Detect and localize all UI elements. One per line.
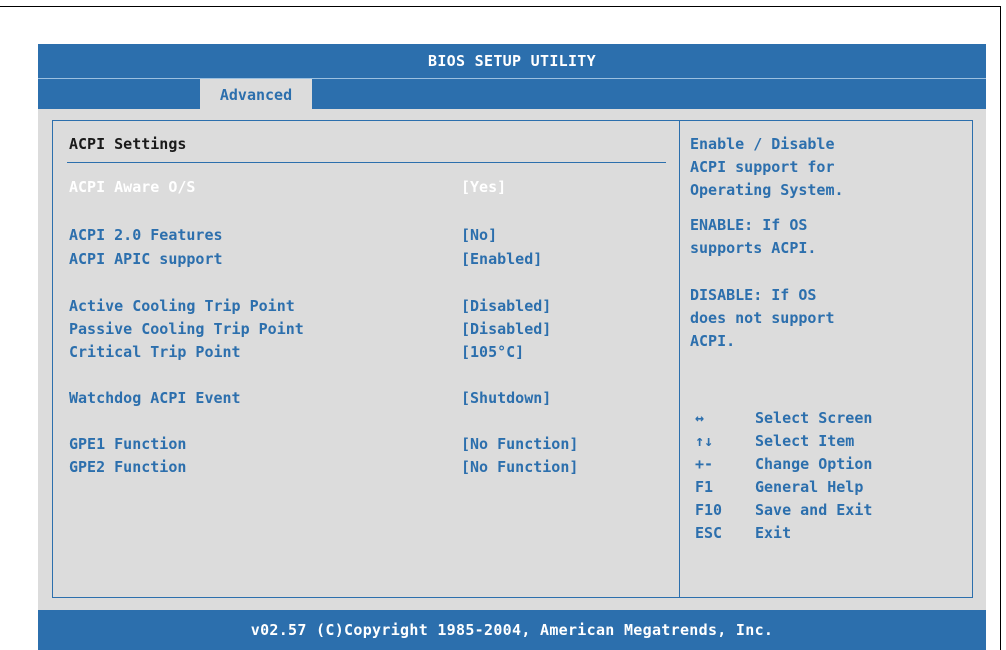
setting-label: Active Cooling Trip Point bbox=[69, 297, 295, 315]
setting-label: Critical Trip Point bbox=[69, 343, 241, 361]
key-description: General Help bbox=[755, 478, 864, 496]
page-frame-right bbox=[1000, 6, 1001, 650]
key-hint-change-option: +- Change Option bbox=[695, 453, 965, 476]
setting-value[interactable]: [Yes] bbox=[461, 177, 506, 197]
key-hint-general-help: F1 General Help bbox=[695, 476, 965, 499]
setting-critical-trip-point[interactable]: Critical Trip Point [105°C] bbox=[69, 342, 669, 362]
help-line: ACPI. bbox=[690, 332, 736, 350]
key-esc: ESC bbox=[695, 524, 723, 542]
key-description: Exit bbox=[755, 524, 792, 542]
setting-value[interactable]: [Disabled] bbox=[461, 296, 551, 316]
setting-value[interactable]: [No Function] bbox=[461, 434, 578, 454]
setting-active-cooling-trip-point[interactable]: Active Cooling Trip Point [Disabled] bbox=[69, 296, 669, 316]
setting-acpi-aware-os[interactable]: ACPI Aware O/S [Yes] bbox=[69, 177, 669, 197]
help-line: Operating System. bbox=[690, 181, 844, 199]
setting-value[interactable]: [No] bbox=[461, 225, 497, 245]
tab-advanced[interactable]: Advanced bbox=[200, 79, 312, 109]
help-line: does not support bbox=[690, 309, 835, 327]
section-title: ACPI Settings bbox=[69, 135, 187, 153]
key-f10: F10 bbox=[695, 501, 723, 519]
bios-screen: BIOS SETUP UTILITY Advanced ACPI Setting… bbox=[38, 44, 986, 650]
copyright-footer: v02.57 (C)Copyright 1985-2004, American … bbox=[38, 610, 986, 650]
setting-gpe1-function[interactable]: GPE1 Function [No Function] bbox=[69, 434, 669, 454]
help-disable-note: DISABLE: If OS does not support ACPI. bbox=[690, 284, 970, 353]
help-description: Enable / Disable ACPI support for Operat… bbox=[690, 133, 970, 202]
arrows-up-down-icon: ↑↓ bbox=[695, 432, 714, 450]
setting-label: Watchdog ACPI Event bbox=[69, 389, 241, 407]
window-title: BIOS SETUP UTILITY bbox=[38, 44, 986, 78]
key-description: Select Screen bbox=[755, 409, 873, 427]
setting-passive-cooling-trip-point[interactable]: Passive Cooling Trip Point [Disabled] bbox=[69, 319, 669, 339]
key-legend: ↔ Select Screen ↑↓ Select Item +- Change… bbox=[695, 407, 965, 545]
key-description: Change Option bbox=[755, 455, 873, 473]
setting-gpe2-function[interactable]: GPE2 Function [No Function] bbox=[69, 457, 669, 477]
help-line: Enable / Disable bbox=[690, 135, 835, 153]
setting-acpi-2-features[interactable]: ACPI 2.0 Features [No] bbox=[69, 225, 669, 245]
key-description: Save and Exit bbox=[755, 501, 873, 519]
key-hint-exit: ESC Exit bbox=[695, 522, 965, 545]
settings-panel: ACPI Settings ACPI Aware O/S [Yes] ACPI … bbox=[52, 120, 680, 598]
setting-label: GPE1 Function bbox=[69, 435, 187, 453]
setting-value[interactable]: [Shutdown] bbox=[461, 388, 551, 408]
help-line: DISABLE: If OS bbox=[690, 286, 817, 304]
key-plus-minus: +- bbox=[695, 455, 714, 473]
setting-value[interactable]: [Disabled] bbox=[461, 319, 551, 339]
help-line: ENABLE: If OS bbox=[690, 216, 808, 234]
arrows-left-right-icon: ↔ bbox=[695, 409, 705, 427]
setting-label: Passive Cooling Trip Point bbox=[69, 320, 304, 338]
help-line: ACPI support for bbox=[690, 158, 835, 176]
setting-watchdog-acpi-event[interactable]: Watchdog ACPI Event [Shutdown] bbox=[69, 388, 669, 408]
setting-value[interactable]: [Enabled] bbox=[461, 249, 542, 269]
key-description: Select Item bbox=[755, 432, 855, 450]
tab-bar: Advanced bbox=[38, 78, 986, 109]
setting-value[interactable]: [105°C] bbox=[461, 342, 524, 362]
key-hint-select-screen: ↔ Select Screen bbox=[695, 407, 965, 430]
help-enable-note: ENABLE: If OS supports ACPI. bbox=[690, 214, 970, 260]
setting-value[interactable]: [No Function] bbox=[461, 457, 578, 477]
setting-label: ACPI Aware O/S bbox=[69, 178, 196, 196]
setting-label: ACPI APIC support bbox=[69, 250, 223, 268]
page-frame-top bbox=[0, 6, 1001, 7]
setting-acpi-apic-support[interactable]: ACPI APIC support [Enabled] bbox=[69, 249, 669, 269]
title-divider bbox=[67, 162, 666, 163]
help-line: supports ACPI. bbox=[690, 239, 817, 257]
key-hint-save-exit: F10 Save and Exit bbox=[695, 499, 965, 522]
help-panel: Enable / Disable ACPI support for Operat… bbox=[679, 120, 973, 598]
setting-label: ACPI 2.0 Features bbox=[69, 226, 223, 244]
setting-label: GPE2 Function bbox=[69, 458, 187, 476]
key-f1: F1 bbox=[695, 478, 714, 496]
key-hint-select-item: ↑↓ Select Item bbox=[695, 430, 965, 453]
